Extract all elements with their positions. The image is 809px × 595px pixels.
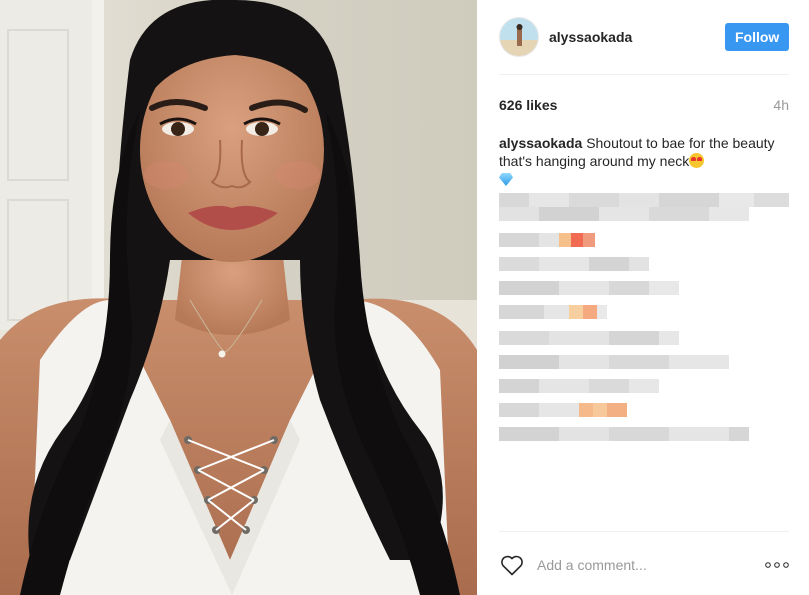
blurred-comment xyxy=(499,257,649,271)
avatar-image xyxy=(500,18,538,56)
likes-count[interactable]: 626 likes xyxy=(499,97,557,113)
post-sidebar: alyssaokada Follow 626 likes 4h alyssaok… xyxy=(477,0,809,595)
like-button[interactable] xyxy=(499,552,525,578)
likes-row: 626 likes 4h xyxy=(499,97,789,113)
blurred-comment xyxy=(499,355,729,369)
comment-divider xyxy=(499,531,789,532)
blurred-comment xyxy=(499,403,627,417)
avatar[interactable] xyxy=(499,17,539,57)
caption-username[interactable]: alyssaokada xyxy=(499,135,582,151)
blurred-comment xyxy=(499,193,789,207)
more-dots-icon xyxy=(765,562,789,568)
post-time[interactable]: 4h xyxy=(773,97,789,113)
blurred-comment xyxy=(499,305,607,319)
instagram-post: alyssaokada Follow 626 likes 4h alyssaok… xyxy=(0,0,809,595)
post-photo-image xyxy=(0,0,477,595)
comment-input[interactable] xyxy=(537,557,761,573)
comment-bar xyxy=(499,548,789,582)
blurred-comment xyxy=(499,207,749,221)
more-options-button[interactable] xyxy=(761,555,789,575)
username[interactable]: alyssaokada xyxy=(549,29,725,45)
blurred-comment xyxy=(499,379,659,393)
blurred-comment xyxy=(499,331,679,345)
blurred-comment xyxy=(499,427,749,441)
blurred-comments xyxy=(499,193,799,453)
post-photo[interactable] xyxy=(0,0,477,595)
blurred-comment xyxy=(499,281,679,295)
heart-icon xyxy=(501,555,523,576)
post-header: alyssaokada Follow xyxy=(499,16,789,58)
gem-emoji xyxy=(499,173,513,186)
blurred-comment xyxy=(499,233,595,247)
header-divider xyxy=(499,74,789,75)
caption: alyssaokada Shoutout to bae for the beau… xyxy=(499,134,791,188)
heart-eyes-emoji xyxy=(689,153,705,168)
follow-button[interactable]: Follow xyxy=(725,23,789,51)
